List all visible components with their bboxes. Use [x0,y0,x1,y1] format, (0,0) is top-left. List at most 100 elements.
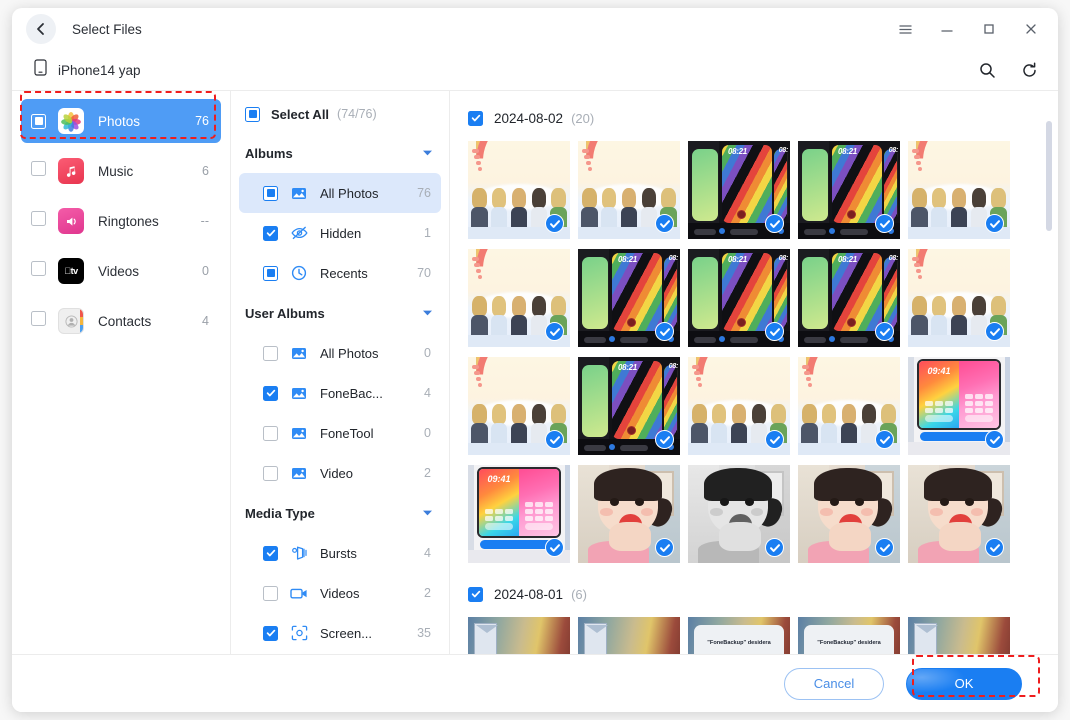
close-icon[interactable] [1010,12,1052,46]
checkbox-unchecked[interactable] [263,425,278,441]
photo-selected-check[interactable] [985,538,1004,557]
category-item-photos[interactable]: Photos 76 [21,99,221,143]
checkbox-unchecked[interactable] [31,261,46,276]
ok-button[interactable]: OK [906,667,1022,700]
album-item-fonetool[interactable]: FoneTool 0 [239,413,441,453]
date-section-header[interactable]: 2024-08-02 (20) [468,103,1036,133]
photo-selected-check[interactable] [985,430,1004,449]
photo-thumbnail[interactable] [908,249,1010,347]
album-item-bursts[interactable]: Bursts 4 [239,533,441,573]
photo-selected-check[interactable] [875,214,894,233]
checkbox-checked[interactable] [263,545,278,561]
checkbox-checked[interactable] [263,385,278,401]
checkbox-partial[interactable] [263,185,278,201]
photo-selected-check[interactable] [875,322,894,341]
checkbox-checked[interactable] [468,586,483,602]
photo-thumbnail[interactable] [578,465,680,563]
chevron-down-icon[interactable] [422,304,433,322]
photo-selected-check[interactable] [765,214,784,233]
photo-selected-check[interactable] [545,430,564,449]
photo-thumbnail[interactable]: "FoneBackup" vorrebbe accedere ai tuoi c… [468,617,570,654]
checkbox-partial[interactable] [263,265,278,281]
photo-thumbnail[interactable] [908,465,1010,563]
photo-thumbnail[interactable]: "FoneBackup" vorrebbe accedere ai tuoi c… [578,617,680,654]
photo-thumbnail[interactable] [578,141,680,239]
photo-thumbnail[interactable]: 09:41 [468,465,570,563]
checkbox-checked[interactable] [263,625,278,641]
photo-thumbnail[interactable] [468,249,570,347]
album-group-header-user-albums[interactable]: User Albums [239,293,441,333]
checkbox-unchecked[interactable] [31,161,46,176]
photo-thumbnail[interactable] [798,465,900,563]
photo-selected-check[interactable] [765,538,784,557]
album-item-screen[interactable]: Screen... 35 [239,613,441,653]
category-label: Contacts [98,313,152,329]
photo-thumbnail[interactable] [688,357,790,455]
photo-selected-check[interactable] [875,430,894,449]
photo-thumbnail[interactable]: "FoneBackup" vorrebbe accedere alle tue … [908,617,1010,654]
photo-thumbnail[interactable]: 08:21 08: [578,249,680,347]
album-item-video[interactable]: Video 2 [239,453,441,493]
albums-scroll[interactable]: Albums All Photos 76 Hidden 1 Recents 70 User A… [231,133,449,654]
select-all-checkbox[interactable] [245,106,260,122]
photo-selected-check[interactable] [655,430,674,449]
category-item-contacts[interactable]: Contacts 4 [21,299,221,343]
photo-thumbnail[interactable]: "FoneBackup" desidera accedere ai conten… [798,617,900,654]
photo-selected-check[interactable] [655,322,674,341]
photo-selected-check[interactable] [765,430,784,449]
album-item-all-photos[interactable]: All Photos 0 [239,333,441,373]
cancel-button[interactable]: Cancel [784,667,884,700]
minimize-icon[interactable] [926,12,968,46]
album-item-videos[interactable]: Videos 2 [239,573,441,613]
album-group-header-albums[interactable]: Albums [239,133,441,173]
photo-thumbnail[interactable] [468,357,570,455]
photo-selected-check[interactable] [655,214,674,233]
checkbox-partial[interactable] [31,113,46,129]
chevron-down-icon[interactable] [422,144,433,162]
photo-selected-check[interactable] [985,322,1004,341]
album-item-fonebac[interactable]: FoneBac... 4 [239,373,441,413]
photo-thumbnail[interactable]: 09:41 [908,357,1010,455]
photo-thumbnail[interactable]: 08:21 08: [798,141,900,239]
category-item-music[interactable]: Music 6 [21,149,221,193]
checkbox-unchecked[interactable] [31,211,46,226]
search-icon[interactable] [966,53,1008,87]
photo-selected-check[interactable] [875,538,894,557]
photo-thumbnail[interactable]: 08:21 08: [688,249,790,347]
photo-thumbnail[interactable]: "FoneBackup" desidera accedere ai conten… [688,617,790,654]
album-item-all-photos[interactable]: All Photos 76 [239,173,441,213]
photo-thumbnail[interactable] [908,141,1010,239]
menu-icon[interactable] [884,12,926,46]
album-group-header-media-type[interactable]: Media Type [239,493,441,533]
refresh-icon[interactable] [1008,53,1050,87]
category-count: 76 [195,114,209,128]
photo-thumbnail[interactable] [798,357,900,455]
photo-selected-check[interactable] [985,214,1004,233]
select-all-row[interactable]: Select All (74/76) [231,95,449,133]
checkbox-unchecked[interactable] [263,345,278,361]
maximize-icon[interactable] [968,12,1010,46]
date-section-header[interactable]: 2024-08-01 (6) [468,579,1036,609]
photo-selected-check[interactable] [545,538,564,557]
photo-selected-check[interactable] [765,322,784,341]
checkbox-unchecked[interactable] [263,585,278,601]
photo-selected-check[interactable] [545,214,564,233]
checkbox-checked[interactable] [263,225,278,241]
photo-thumbnail[interactable]: 08:21 08: [688,141,790,239]
category-item-videos[interactable]: tv Videos 0 [21,249,221,293]
photo-selected-check[interactable] [545,322,564,341]
checkbox-checked[interactable] [468,110,483,126]
chevron-down-icon[interactable] [422,504,433,522]
category-item-ringtones[interactable]: Ringtones -- [21,199,221,243]
photo-thumbnail[interactable] [688,465,790,563]
photo-thumbnail[interactable]: 08:21 08: [798,249,900,347]
back-button[interactable] [26,14,56,44]
photos-scrollbar[interactable] [1046,121,1052,231]
album-item-recents[interactable]: Recents 70 [239,253,441,293]
checkbox-unchecked[interactable] [31,311,46,326]
album-item-hidden[interactable]: Hidden 1 [239,213,441,253]
photo-selected-check[interactable] [655,538,674,557]
photo-thumbnail[interactable] [468,141,570,239]
checkbox-unchecked[interactable] [263,465,278,481]
photo-thumbnail[interactable]: 08:21 08: [578,357,680,455]
